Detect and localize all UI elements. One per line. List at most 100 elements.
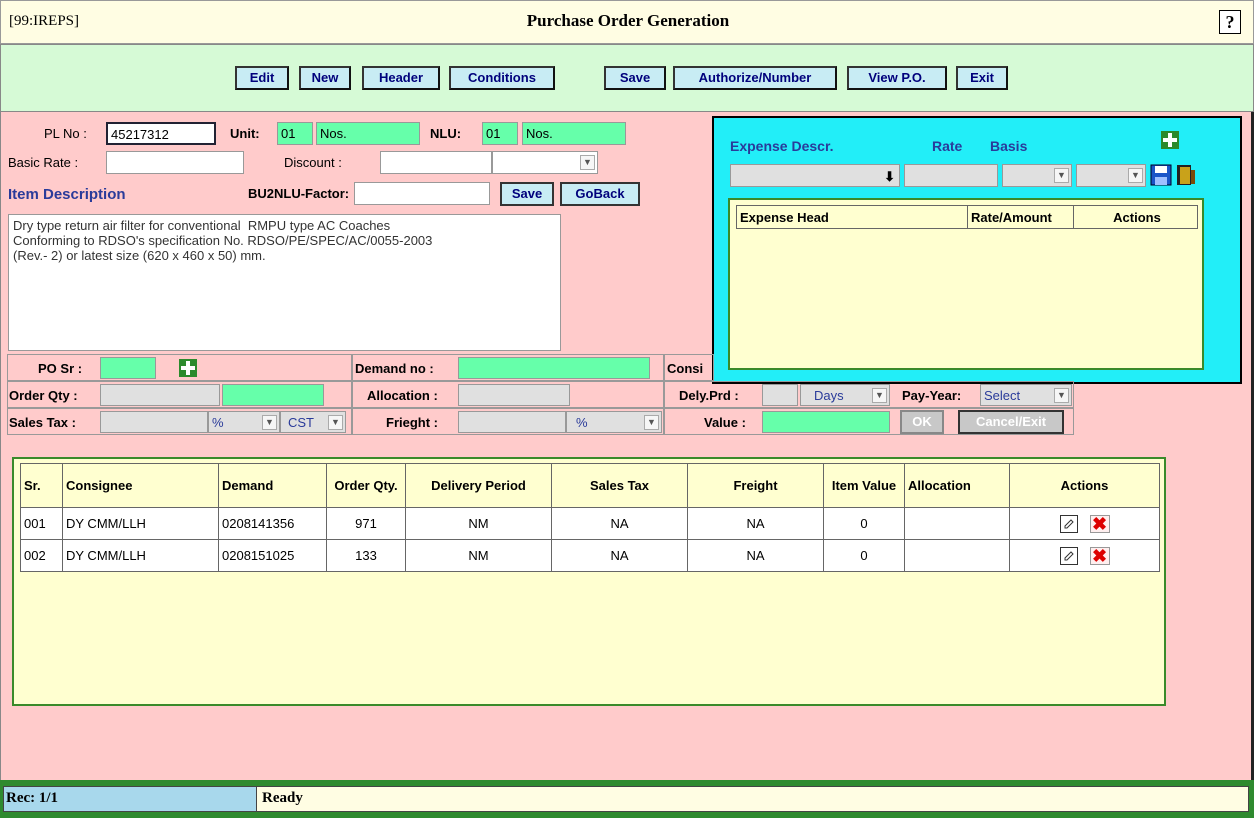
consignee-label: Consi bbox=[667, 361, 704, 376]
expense-descr-select[interactable]: ⬇ bbox=[730, 164, 900, 187]
sales-tax-label: Sales Tax : bbox=[9, 415, 76, 430]
allocation-cell-value bbox=[904, 507, 1010, 540]
item-description-textarea[interactable]: Dry type return air filter for conventio… bbox=[8, 214, 561, 351]
header-button[interactable]: Header bbox=[362, 66, 440, 90]
expense-table-box: Expense Head Rate/Amount Actions bbox=[728, 198, 1204, 370]
delivery-cell: NM bbox=[405, 539, 552, 572]
freight-cell-value: NA bbox=[687, 539, 824, 572]
expense-rate-input[interactable] bbox=[904, 164, 998, 187]
consignee-cell-value: DY CMM/LLH bbox=[62, 539, 219, 572]
exit-button[interactable]: Exit bbox=[956, 66, 1008, 90]
rate-label: Rate bbox=[932, 138, 963, 154]
delivery-cell: NM bbox=[405, 507, 552, 540]
bu2nlu-label: BU2NLU-Factor: bbox=[248, 186, 350, 201]
sales-tax-unit-value: % bbox=[212, 415, 224, 430]
pay-year-value: Select bbox=[984, 388, 1021, 403]
freight-input[interactable] bbox=[458, 411, 566, 433]
new-button[interactable]: New bbox=[299, 66, 351, 90]
edit-button[interactable]: Edit bbox=[235, 66, 289, 90]
chevron-down-icon: ▼ bbox=[328, 415, 343, 430]
basic-rate-label: Basic Rate : bbox=[8, 155, 79, 170]
sales-tax-column: Sales Tax bbox=[551, 463, 688, 508]
item-save-button[interactable]: Save bbox=[500, 182, 554, 206]
nlu-code-input[interactable]: 01 bbox=[482, 122, 518, 145]
po-sr-input[interactable] bbox=[100, 357, 156, 379]
dely-prd-label: Dely.Prd : bbox=[679, 388, 739, 403]
item-value-cell: 0 bbox=[823, 507, 905, 540]
allocation-label: Allocation : bbox=[367, 388, 438, 403]
unit-name-input[interactable]: Nos. bbox=[316, 122, 420, 145]
status-bar: Rec: 1/1 Ready bbox=[0, 780, 1254, 818]
expense-descr-label: Expense Descr. bbox=[730, 138, 834, 154]
value-input[interactable] bbox=[762, 411, 890, 433]
freight-label: Frieght : bbox=[386, 415, 438, 430]
delete-icon[interactable]: ✖ bbox=[1089, 514, 1110, 533]
delivery-period-column: Delivery Period bbox=[405, 463, 552, 508]
edit-icon[interactable] bbox=[1059, 514, 1078, 533]
status-bar-inner: Rec: 1/1 Ready bbox=[3, 786, 1249, 812]
ok-button[interactable]: OK bbox=[900, 410, 944, 434]
chevron-down-icon: ▼ bbox=[1054, 388, 1069, 403]
page-title: Purchase Order Generation bbox=[526, 11, 730, 30]
order-qty-column: Order Qty. bbox=[326, 463, 406, 508]
sr-column: Sr. bbox=[20, 463, 63, 508]
sales-tax-type-value: CST bbox=[288, 415, 314, 430]
pay-year-label: Pay-Year: bbox=[902, 388, 962, 403]
sales-tax-cell-value: NA bbox=[551, 539, 688, 572]
po-table: Sr. Consignee Demand Order Qty. Delivery… bbox=[20, 463, 1160, 572]
help-icon[interactable]: ? bbox=[1219, 10, 1241, 34]
delete-icon[interactable]: ✖ bbox=[1089, 546, 1110, 565]
basic-rate-input[interactable] bbox=[106, 151, 244, 174]
sales-tax-input[interactable] bbox=[100, 411, 208, 433]
demand-label: Demand no : bbox=[355, 361, 434, 376]
demand-select[interactable] bbox=[458, 357, 650, 379]
sales-tax-type-select[interactable]: CST ▼ bbox=[280, 411, 346, 433]
actions-column: Actions bbox=[1073, 205, 1198, 229]
nlu-label: NLU: bbox=[430, 126, 462, 141]
dely-unit-select[interactable]: Days ▼ bbox=[800, 384, 890, 406]
dely-unit-value: Days bbox=[814, 388, 844, 403]
table-row[interactable]: 001 DY CMM/LLH 0208141356 971 NM NA NA 0… bbox=[20, 507, 1160, 540]
expense-head-column: Expense Head bbox=[736, 205, 968, 229]
save-disk-icon[interactable] bbox=[1150, 164, 1172, 186]
discount-input[interactable] bbox=[380, 151, 492, 174]
exit-door-icon[interactable] bbox=[1174, 164, 1196, 186]
goback-button[interactable]: GoBack bbox=[560, 182, 640, 206]
sales-tax-unit-select[interactable]: % ▼ bbox=[208, 411, 280, 433]
dely-prd-input[interactable] bbox=[762, 384, 798, 406]
po-sr-label: PO Sr : bbox=[38, 361, 83, 376]
qty-cell: 971 bbox=[326, 507, 406, 540]
discount-type-select[interactable]: ▼ bbox=[492, 151, 598, 174]
add-po-sr-icon[interactable] bbox=[178, 358, 198, 378]
conditions-button[interactable]: Conditions bbox=[449, 66, 555, 90]
freight-column: Freight bbox=[687, 463, 824, 508]
edit-icon[interactable] bbox=[1059, 546, 1078, 565]
item-description-label: Item Description bbox=[8, 186, 126, 203]
freight-unit-select[interactable]: % ▼ bbox=[566, 411, 662, 433]
pl-no-input[interactable]: 45217312 bbox=[106, 122, 216, 145]
view-po-button[interactable]: View P.O. bbox=[847, 66, 947, 90]
sr-cell: 002 bbox=[20, 539, 63, 572]
basis-label: Basis bbox=[990, 138, 1028, 154]
rate-amount-column: Rate/Amount bbox=[967, 205, 1074, 229]
order-qty-input[interactable] bbox=[100, 384, 220, 406]
authorize-number-button[interactable]: Authorize/Number bbox=[673, 66, 837, 90]
sales-tax-cell-value: NA bbox=[551, 507, 688, 540]
cancel-exit-button[interactable]: Cancel/Exit bbox=[958, 410, 1064, 434]
unit-label: Unit: bbox=[230, 126, 260, 141]
save-button[interactable]: Save bbox=[604, 66, 666, 90]
add-expense-icon[interactable] bbox=[1160, 130, 1180, 150]
item-value-cell: 0 bbox=[823, 539, 905, 572]
expense-basis-select[interactable]: ▼ bbox=[1002, 164, 1072, 187]
item-value-column: Item Value bbox=[823, 463, 905, 508]
unit-code-input[interactable]: 01 bbox=[277, 122, 313, 145]
expense-type-select[interactable]: ▼ bbox=[1076, 164, 1146, 187]
chevron-down-icon: ▼ bbox=[262, 415, 277, 430]
allocation-input[interactable] bbox=[458, 384, 570, 406]
pay-year-select[interactable]: Select ▼ bbox=[980, 384, 1072, 406]
order-qty-unit-input[interactable] bbox=[222, 384, 324, 406]
chevron-down-icon: ▼ bbox=[1128, 168, 1143, 183]
nlu-name-input[interactable]: Nos. bbox=[522, 122, 626, 145]
table-row[interactable]: 002 DY CMM/LLH 0208151025 133 NM NA NA 0… bbox=[20, 539, 1160, 572]
bu2nlu-input[interactable] bbox=[354, 182, 490, 205]
